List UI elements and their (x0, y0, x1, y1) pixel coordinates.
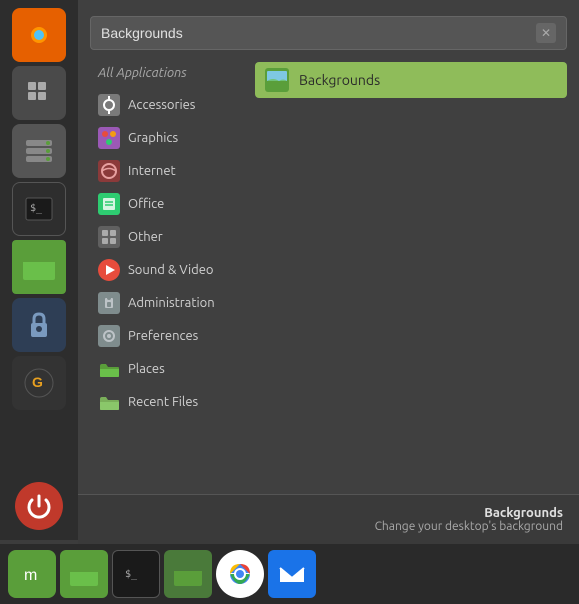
internet-icon (98, 160, 120, 182)
graphics-label: Graphics (128, 131, 178, 145)
category-accessories[interactable]: Accessories (90, 89, 255, 121)
app-item-backgrounds[interactable]: Backgrounds (255, 62, 567, 98)
office-label: Office (128, 197, 164, 211)
info-description: Change your desktop's background (375, 520, 563, 533)
sidebar: $_ G (0, 0, 78, 540)
backgrounds-app-label: Backgrounds (299, 72, 380, 88)
category-places[interactable]: Places (90, 353, 255, 385)
all-apps-label[interactable]: All Applications (90, 62, 255, 88)
category-internet[interactable]: Internet (90, 155, 255, 187)
places-icon (98, 358, 120, 380)
taskbar-chrome-button[interactable] (216, 550, 264, 598)
categories-panel: All Applications Accessories (90, 62, 255, 532)
category-other[interactable]: Other (90, 221, 255, 253)
preferences-label: Preferences (128, 329, 198, 343)
places-label: Places (128, 362, 165, 376)
taskbar-files-button[interactable] (164, 550, 212, 598)
other-label: Other (128, 230, 163, 244)
search-bar: Backgrounds ✕ (90, 16, 567, 50)
category-administration[interactable]: Administration (90, 287, 255, 319)
accessories-label: Accessories (128, 98, 195, 112)
taskbar-terminal-button[interactable]: $_ (112, 550, 160, 598)
taskbar: m $_ (0, 544, 579, 604)
svg-text:$_: $_ (30, 203, 43, 214)
sidebar-icon-files[interactable] (12, 240, 66, 294)
sidebar-icon-lock[interactable] (12, 298, 66, 352)
sidebar-icon-terminal[interactable]: $_ (12, 182, 66, 236)
backgrounds-app-icon (265, 68, 289, 92)
sidebar-icon-power[interactable] (15, 482, 63, 530)
content-area: All Applications Accessories (90, 62, 567, 532)
apps-panel: Backgrounds (255, 62, 567, 532)
sound-video-icon (98, 259, 120, 281)
taskbar-thunderbird-button[interactable] (268, 550, 316, 598)
sidebar-icon-apps[interactable] (12, 66, 66, 120)
search-input[interactable]: Backgrounds (101, 25, 536, 41)
category-preferences[interactable]: Preferences (90, 320, 255, 352)
office-icon (98, 193, 120, 215)
svg-text:$_: $_ (125, 569, 138, 580)
internet-label: Internet (128, 164, 176, 178)
sound-video-label: Sound & Video (128, 263, 214, 277)
svg-text:G: G (32, 374, 43, 390)
sidebar-icon-grub[interactable]: G (12, 356, 66, 410)
recent-files-icon (98, 391, 120, 413)
main-content: Backgrounds ✕ All Applications Accessori… (78, 0, 579, 544)
category-sound-video[interactable]: Sound & Video (90, 254, 255, 286)
search-clear-button[interactable]: ✕ (536, 23, 556, 43)
graphics-icon (98, 127, 120, 149)
sidebar-icon-manager[interactable] (12, 124, 66, 178)
administration-label: Administration (128, 296, 215, 310)
accessories-icon (98, 94, 120, 116)
other-icon (98, 226, 120, 248)
taskbar-nemo-button[interactable] (60, 550, 108, 598)
category-office[interactable]: Office (90, 188, 255, 220)
category-recent-files[interactable]: Recent Files (90, 386, 255, 418)
recent-files-label: Recent Files (128, 395, 198, 409)
info-bar: Backgrounds Change your desktop's backgr… (78, 494, 579, 544)
info-title: Backgrounds (484, 506, 563, 520)
preferences-icon (98, 325, 120, 347)
administration-icon (98, 292, 120, 314)
svg-text:m: m (24, 567, 37, 584)
sidebar-icon-firefox[interactable] (12, 8, 66, 62)
category-graphics[interactable]: Graphics (90, 122, 255, 154)
taskbar-mint-button[interactable]: m (8, 550, 56, 598)
